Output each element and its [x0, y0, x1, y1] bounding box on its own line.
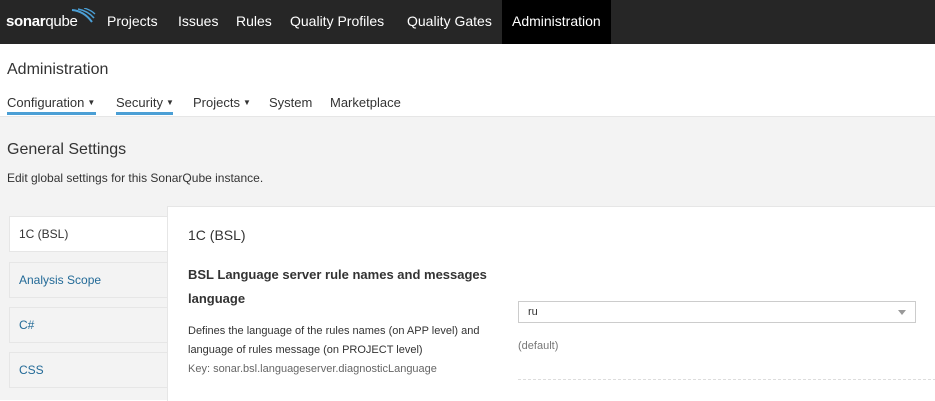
- chevron-down-icon: [898, 310, 906, 315]
- caret-down-icon: ▼: [165, 98, 174, 107]
- menu-security-underline: [116, 112, 173, 115]
- nav-quality-gates[interactable]: Quality Gates: [407, 0, 492, 44]
- sonar-waves-icon: [71, 8, 96, 23]
- language-select[interactable]: ru: [518, 301, 916, 323]
- settings-description: Edit global settings for this SonarQube …: [7, 171, 264, 185]
- menu-configuration[interactable]: Configuration ▼: [7, 95, 95, 110]
- global-navbar: sonarqube Projects Issues Rules Quality …: [0, 0, 935, 44]
- nav-administration[interactable]: Administration: [502, 0, 611, 44]
- caret-down-icon: ▼: [87, 98, 96, 107]
- settings-panel: 1C (BSL) BSL Language server rule names …: [167, 206, 935, 401]
- setting-key: Key: sonar.bsl.languageserver.diagnostic…: [188, 363, 437, 375]
- page-title: Administration: [7, 61, 109, 78]
- category-title: 1C (BSL): [188, 227, 246, 243]
- settings-title: General Settings: [7, 141, 127, 158]
- menu-marketplace[interactable]: Marketplace: [330, 95, 401, 110]
- menu-system[interactable]: System: [269, 95, 312, 110]
- sidebar-item-1c-bsl[interactable]: 1C (BSL): [9, 216, 167, 252]
- menu-configuration-label: Configuration: [7, 95, 85, 110]
- setting-divider: [518, 379, 935, 380]
- menu-projects-label: Projects: [193, 95, 240, 110]
- setting-name: BSL Language server rule names and messa…: [188, 267, 487, 306]
- settings-page: General Settings Edit global settings fo…: [0, 117, 935, 401]
- setting-description: Defines the language of the rules names …: [188, 325, 480, 356]
- nav-projects[interactable]: Projects: [107, 0, 158, 44]
- default-label: (default): [518, 340, 559, 352]
- nav-quality-profiles[interactable]: Quality Profiles: [290, 0, 384, 44]
- language-select-value: ru: [528, 306, 538, 318]
- sidebar-item-css[interactable]: CSS: [9, 352, 167, 388]
- sidebar-item-analysis-scope[interactable]: Analysis Scope: [9, 262, 167, 298]
- sidebar-item-csharp[interactable]: C#: [9, 307, 167, 343]
- nav-rules[interactable]: Rules: [236, 0, 272, 44]
- menu-security-label: Security: [116, 95, 163, 110]
- context-header: Administration Configuration ▼ Security ▼ …: [0, 44, 935, 117]
- menu-security[interactable]: Security ▼: [116, 95, 174, 110]
- logo-wordmark: sonarqube: [6, 13, 78, 30]
- menu-configuration-underline: [7, 112, 96, 115]
- caret-down-icon: ▼: [242, 98, 251, 107]
- nav-issues[interactable]: Issues: [178, 0, 218, 44]
- menu-projects[interactable]: Projects ▼: [193, 95, 251, 110]
